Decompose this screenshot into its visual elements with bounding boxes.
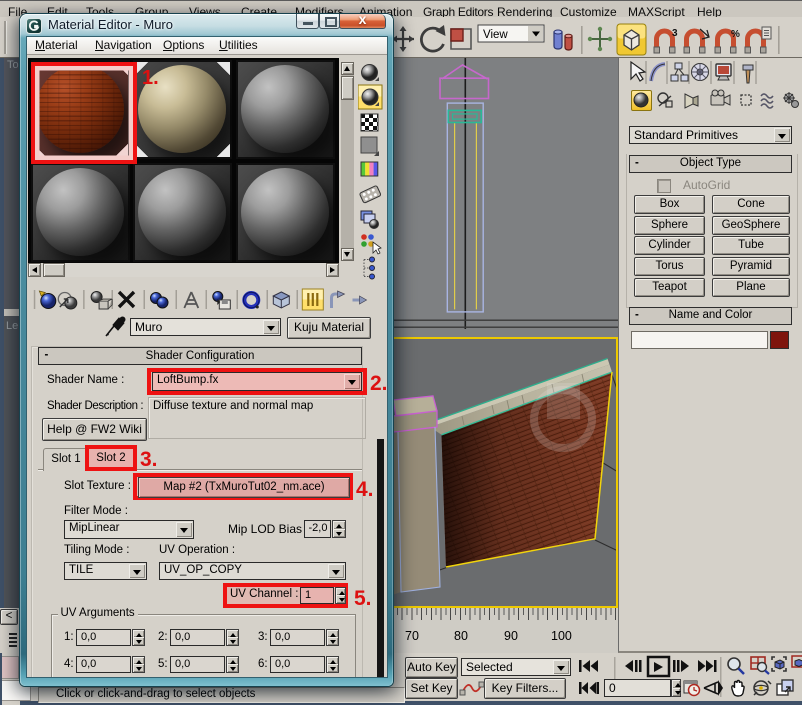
svg-text:%: % [731,29,740,40]
svg-text:3: 3 [672,28,678,39]
svg-text:View: View [483,29,508,41]
